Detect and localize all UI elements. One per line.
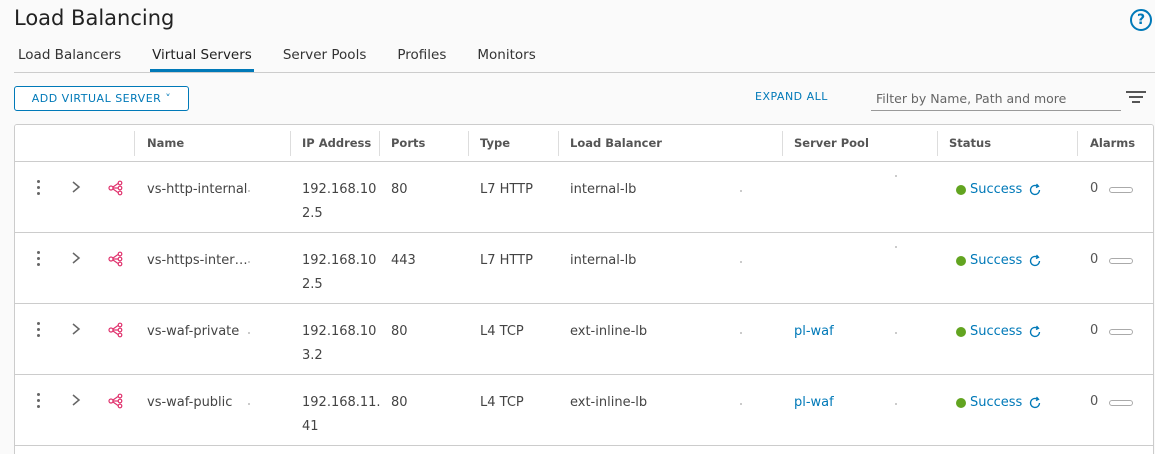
table-row[interactable]: vs-http-internal 192.168.102.5 80 L7 HTT…: [15, 162, 1153, 233]
filter-options-icon[interactable]: [1126, 91, 1146, 105]
status-badge: Success: [956, 320, 1042, 344]
ports: 443: [391, 253, 416, 268]
table-row[interactable]: vs-waf-private 192.168.103.2 80 L4 TCP e…: [15, 304, 1153, 375]
tab-load-balancers[interactable]: Load Balancers: [18, 47, 121, 72]
column-header-ip-address[interactable]: IP Address: [290, 125, 371, 162]
tab-bar: Load Balancers Virtual Servers Server Po…: [14, 47, 567, 72]
success-dot-icon: [956, 185, 966, 195]
status-badge: Success: [956, 249, 1042, 273]
status-text: Success: [970, 253, 1023, 268]
status-text: Success: [970, 324, 1023, 339]
type: L4 TCP: [480, 395, 524, 410]
load-balancer: ext-inline-lb: [570, 324, 648, 339]
refresh-icon[interactable]: [1028, 325, 1042, 339]
load-balancer: internal-lb: [570, 253, 637, 268]
row-actions-icon[interactable]: [37, 251, 41, 267]
virtual-server-icon: [108, 251, 123, 267]
virtual-server-icon: [108, 322, 123, 338]
expand-row-chevron-icon[interactable]: [70, 180, 82, 194]
ip-address: 192.168.102.5: [302, 182, 377, 221]
expand-row-chevron-icon[interactable]: [70, 393, 82, 407]
alarm-indicator: [1109, 258, 1133, 264]
refresh-icon[interactable]: [1028, 254, 1042, 268]
status-text: Success: [970, 395, 1023, 410]
status-text: Success: [970, 182, 1023, 197]
column-header-name[interactable]: Name: [135, 125, 184, 162]
server-pool-link[interactable]: pl-waf: [794, 391, 834, 415]
alarm-count: 0: [1090, 394, 1099, 409]
table-row[interactable]: vs-waf-public 192.168.11.41 80 L4 TCP ex…: [15, 375, 1153, 446]
table-row[interactable]: vs-https-inter… 192.168.102.5 443 L7 HTT…: [15, 233, 1153, 304]
expand-row-chevron-icon[interactable]: [70, 251, 82, 265]
tab-server-pools[interactable]: Server Pools: [283, 47, 367, 72]
alarm-indicator: [1109, 400, 1133, 406]
vs-name[interactable]: vs-waf-public: [147, 391, 232, 415]
row-actions-icon[interactable]: [37, 393, 41, 409]
row-actions-icon[interactable]: [37, 180, 41, 196]
status-badge: Success: [956, 391, 1042, 415]
tab-profiles[interactable]: Profiles: [397, 47, 446, 72]
type: L7 HTTP: [480, 182, 533, 197]
refresh-icon[interactable]: [1028, 183, 1042, 197]
tab-virtual-servers[interactable]: Virtual Servers: [150, 47, 254, 72]
virtual-server-icon: [108, 393, 123, 409]
alarm-count: 0: [1090, 181, 1099, 196]
vs-name[interactable]: vs-https-inter…: [147, 249, 248, 273]
virtual-servers-grid: Name IP Address Ports Type Load Balancer…: [14, 124, 1154, 454]
tabs-divider: [14, 72, 1155, 73]
tab-monitors[interactable]: Monitors: [477, 47, 535, 72]
success-dot-icon: [956, 327, 966, 337]
column-header-alarms[interactable]: Alarms: [1078, 125, 1135, 162]
help-icon[interactable]: ?: [1130, 9, 1152, 31]
load-balancer: ext-inline-lb: [570, 395, 648, 410]
type: L7 HTTP: [480, 253, 533, 268]
page-title: Load Balancing: [14, 6, 175, 30]
vs-name[interactable]: vs-waf-private: [147, 320, 239, 344]
column-header-ports[interactable]: Ports: [379, 125, 425, 162]
expand-row-chevron-icon[interactable]: [70, 322, 82, 336]
ip-address: 192.168.102.5: [302, 253, 377, 292]
alarm-count: 0: [1090, 252, 1099, 267]
add-virtual-server-button[interactable]: ADD VIRTUAL SERVER ˅: [14, 86, 189, 111]
virtual-server-icon: [108, 180, 123, 196]
type: L4 TCP: [480, 324, 524, 339]
column-header-type[interactable]: Type: [468, 125, 510, 162]
success-dot-icon: [956, 398, 966, 408]
vs-name[interactable]: vs-http-internal: [147, 178, 247, 202]
grid-header: Name IP Address Ports Type Load Balancer…: [15, 125, 1153, 162]
filter-input[interactable]: [871, 86, 1121, 111]
expand-all-link[interactable]: EXPAND ALL: [755, 90, 828, 103]
column-header-server-pool[interactable]: Server Pool: [782, 125, 869, 162]
server-pool-link[interactable]: pl-waf: [794, 320, 834, 344]
ports: 80: [391, 182, 408, 197]
column-header-load-balancer[interactable]: Load Balancer: [558, 125, 662, 162]
ip-address: 192.168.103.2: [302, 324, 377, 363]
alarm-indicator: [1109, 329, 1133, 335]
row-actions-icon[interactable]: [37, 322, 41, 338]
column-header-status[interactable]: Status: [937, 125, 991, 162]
refresh-icon[interactable]: [1028, 396, 1042, 410]
ports: 80: [391, 324, 408, 339]
load-balancer: internal-lb: [570, 182, 637, 197]
success-dot-icon: [956, 256, 966, 266]
alarm-count: 0: [1090, 323, 1099, 338]
alarm-indicator: [1109, 187, 1133, 193]
status-badge: Success: [956, 178, 1042, 202]
ip-address: 192.168.11.41: [302, 395, 381, 434]
ports: 80: [391, 395, 408, 410]
